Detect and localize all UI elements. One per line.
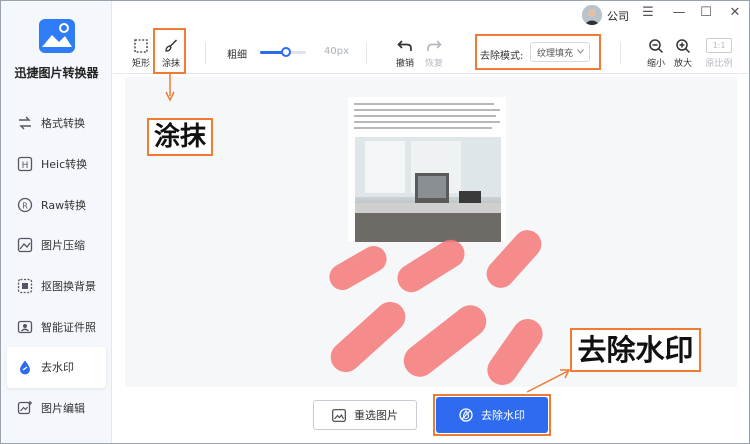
annotation-smear: 涂抹	[147, 118, 213, 156]
annotation-arrows	[165, 74, 571, 393]
annotation-remove: 去除水印	[570, 328, 701, 372]
